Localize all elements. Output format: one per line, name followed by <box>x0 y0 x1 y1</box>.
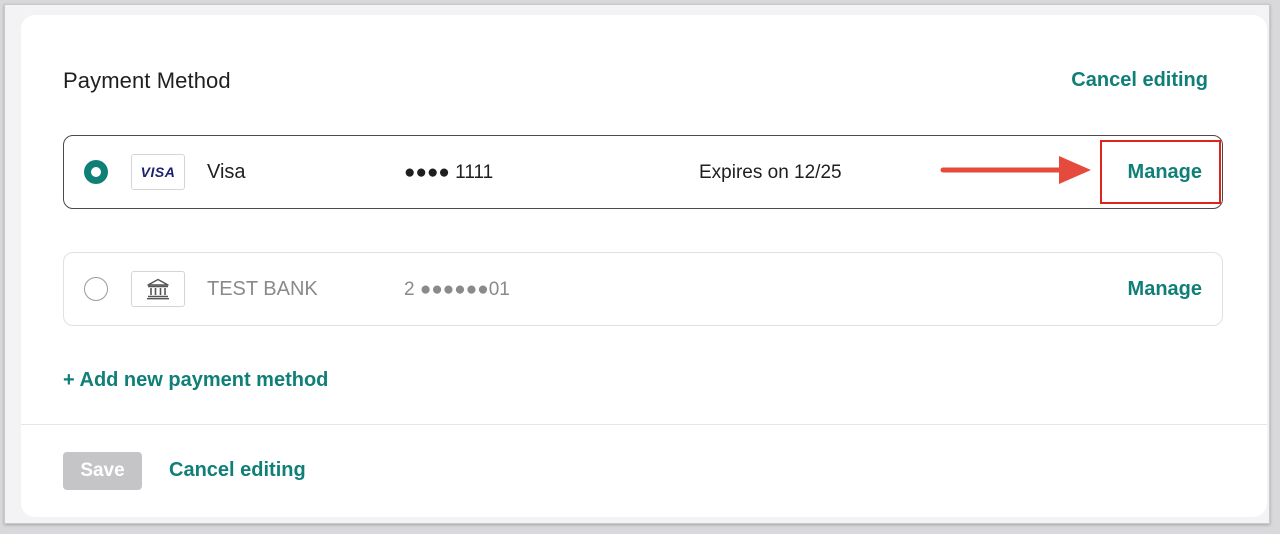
visa-logo-text: VISA <box>140 164 176 180</box>
payment-method-bank[interactable]: TEST BANK 2 ●●●●●●01 Manage <box>63 252 1223 326</box>
screenshot-frame: Payment Method Cancel editing VISA Visa … <box>4 4 1270 524</box>
section-title: Payment Method <box>63 68 231 93</box>
footer-divider <box>21 424 1267 425</box>
annotation-arrow-icon <box>940 156 1091 184</box>
account-number: 2 ●●●●●●01 <box>404 279 510 300</box>
payment-method-name: Visa <box>207 161 246 183</box>
radio-unselected[interactable] <box>84 277 108 301</box>
card-expiry: Expires on 12/25 <box>699 162 842 183</box>
manage-link-bank[interactable]: Manage <box>1128 278 1202 301</box>
save-button[interactable]: Save <box>63 452 142 490</box>
annotation-highlight-box <box>1100 140 1221 204</box>
add-new-payment-method-link[interactable]: + Add new payment method <box>63 369 328 392</box>
visa-card-icon: VISA <box>131 154 185 190</box>
payment-method-name: TEST BANK <box>207 278 318 300</box>
cancel-editing-link-bottom[interactable]: Cancel editing <box>169 459 306 482</box>
bank-icon <box>131 271 185 307</box>
card-number: ●●●● 1111 <box>404 162 494 183</box>
bank-building-icon <box>147 278 169 300</box>
radio-selected[interactable] <box>84 160 108 184</box>
cancel-editing-link-top[interactable]: Cancel editing <box>1071 69 1208 92</box>
payment-method-card: Payment Method Cancel editing VISA Visa … <box>21 15 1267 517</box>
